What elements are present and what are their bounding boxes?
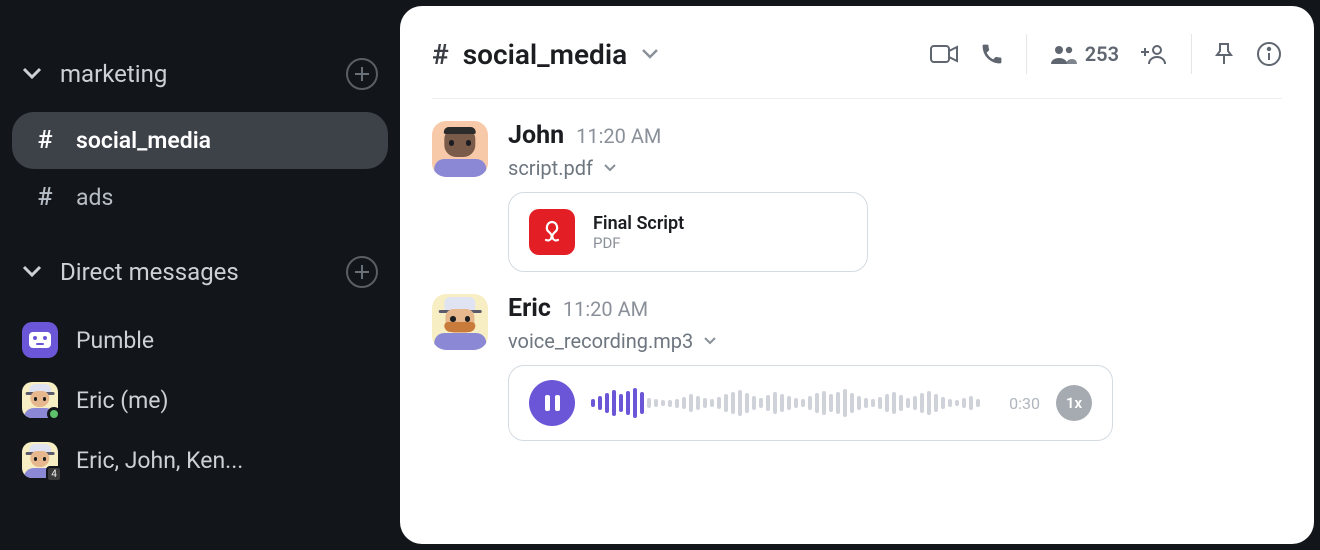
channel-name: ads bbox=[76, 184, 113, 211]
add-dm-button[interactable] bbox=[346, 256, 378, 288]
channel-name: social_media bbox=[76, 127, 211, 154]
status-online-icon bbox=[47, 407, 61, 421]
section-title: marketing bbox=[60, 60, 167, 88]
channel-item-ads[interactable]: # ads bbox=[12, 169, 388, 226]
message-time: 11:20 AM bbox=[576, 124, 661, 148]
pause-button[interactable] bbox=[529, 380, 575, 426]
chevron-down-icon bbox=[641, 45, 659, 64]
audio-waveform[interactable] bbox=[591, 388, 993, 418]
header-actions: 253 bbox=[930, 34, 1282, 74]
members-button[interactable]: 253 bbox=[1049, 42, 1119, 66]
file-label: script.pdf bbox=[508, 156, 593, 180]
message-author[interactable]: John bbox=[508, 121, 564, 150]
audio-duration: 0:30 bbox=[1009, 394, 1040, 413]
chevron-down-icon bbox=[22, 263, 42, 282]
file-title: Final Script bbox=[593, 213, 684, 234]
file-type: PDF bbox=[593, 234, 684, 252]
file-label-button[interactable]: script.pdf bbox=[508, 156, 1282, 180]
dm-item-group[interactable]: 4 Eric, John, Ken... bbox=[12, 430, 388, 490]
video-call-button[interactable] bbox=[930, 44, 958, 64]
dm-name: Pumble bbox=[76, 327, 154, 354]
section-title: Direct messages bbox=[60, 258, 239, 286]
info-button[interactable] bbox=[1256, 41, 1282, 67]
file-label-button[interactable]: voice_recording.mp3 bbox=[508, 329, 1282, 353]
file-label: voice_recording.mp3 bbox=[508, 329, 693, 353]
dm-name: Eric (me) bbox=[76, 387, 168, 414]
add-channel-button[interactable] bbox=[346, 58, 378, 90]
message-list: John 11:20 AM script.pdf Final Script PD… bbox=[432, 99, 1282, 441]
channel-header: # social_media 253 bbox=[432, 34, 1282, 99]
audio-attachment: 0:30 1x bbox=[508, 365, 1113, 441]
main-panel: # social_media 253 bbox=[400, 6, 1314, 544]
channel-title-button[interactable]: # social_media bbox=[432, 38, 659, 71]
avatar: 4 bbox=[22, 442, 58, 478]
dm-list: Pumble Eric (me) bbox=[12, 310, 388, 490]
avatar[interactable] bbox=[432, 121, 488, 177]
pause-icon bbox=[545, 395, 560, 411]
avatar bbox=[22, 382, 58, 418]
channel-list: # social_media # ads bbox=[12, 112, 388, 226]
chevron-down-icon bbox=[22, 65, 42, 84]
dm-item-eric[interactable]: Eric (me) bbox=[12, 370, 388, 430]
channel-title: social_media bbox=[463, 38, 627, 71]
channel-item-social-media[interactable]: # social_media bbox=[12, 112, 388, 169]
group-count-badge: 4 bbox=[46, 466, 62, 482]
section-header-direct-messages[interactable]: Direct messages bbox=[12, 226, 388, 298]
avatar bbox=[22, 322, 58, 358]
avatar[interactable] bbox=[432, 294, 488, 350]
message-author[interactable]: Eric bbox=[508, 294, 551, 323]
message: Eric 11:20 AM voice_recording.mp3 bbox=[432, 294, 1282, 441]
hash-icon: # bbox=[32, 183, 58, 212]
divider bbox=[1026, 34, 1027, 74]
pin-button[interactable] bbox=[1214, 42, 1234, 66]
add-member-button[interactable] bbox=[1141, 43, 1169, 65]
message-time: 11:20 AM bbox=[563, 297, 648, 321]
section-header-marketing[interactable]: marketing bbox=[12, 18, 388, 100]
playback-speed-button[interactable]: 1x bbox=[1056, 385, 1092, 421]
divider bbox=[1191, 34, 1192, 74]
file-attachment[interactable]: Final Script PDF bbox=[508, 192, 868, 272]
dm-name: Eric, John, Ken... bbox=[76, 447, 243, 474]
pdf-icon bbox=[529, 209, 575, 255]
dm-item-pumble[interactable]: Pumble bbox=[12, 310, 388, 370]
member-count: 253 bbox=[1085, 42, 1119, 66]
hash-icon: # bbox=[32, 126, 58, 155]
sidebar: marketing # social_media # ads Direct me… bbox=[0, 0, 400, 550]
audio-call-button[interactable] bbox=[980, 42, 1004, 66]
hash-icon: # bbox=[432, 38, 449, 71]
message: John 11:20 AM script.pdf Final Script PD… bbox=[432, 121, 1282, 272]
